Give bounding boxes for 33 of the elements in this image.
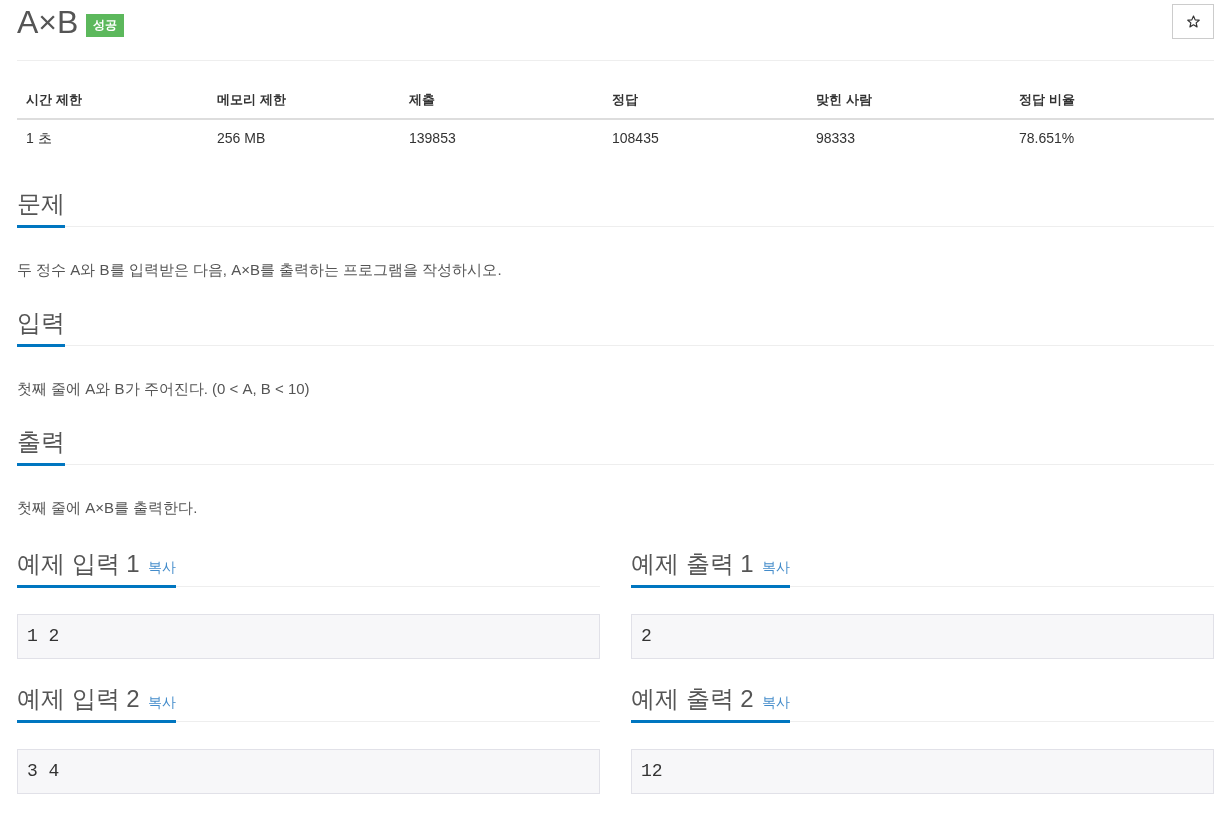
table-cell-text: 108435 (611, 129, 660, 148)
table-cell-text: 98333 (815, 129, 856, 148)
sample-heading: 예제 입력 1 (17, 551, 140, 577)
section-text: 두 정수 A와 B를 입력받은 다음, A×B를 출력하는 프로그램을 작성하시오. (17, 260, 503, 280)
column-header: 정답 (603, 82, 807, 120)
column-header: 제출 (400, 82, 603, 120)
copy-link[interactable]: 복사 (147, 559, 176, 577)
column-header: 시간 제한 (17, 82, 208, 120)
favorite-button[interactable] (1172, 4, 1214, 39)
sample-code-block: 3 4 (17, 749, 600, 794)
sample-heading: 예제 입력 2 (17, 686, 140, 712)
problem-title: A×B (17, 3, 79, 42)
copy-link[interactable]: 복사 (147, 694, 176, 712)
table-cell-text: 78.651% (1018, 129, 1076, 148)
section-text: 첫째 줄에 A와 B가 주어진다. (0 < A, B < 10) (17, 379, 311, 399)
table-cell-text: 1 초 (25, 129, 53, 148)
table-cell-text: 139853 (408, 129, 457, 148)
copy-link[interactable]: 복사 (761, 694, 790, 712)
section-heading: 입력 (17, 310, 65, 336)
section-heading: 출력 (17, 429, 65, 455)
sample-code-block: 1 2 (17, 614, 600, 659)
sample-code-block: 12 (631, 749, 1214, 794)
result-badge: 성공 (86, 13, 125, 37)
column-header: 메모리 제한 (208, 82, 400, 120)
section-text: 첫째 줄에 A×B를 출력한다. (17, 498, 199, 518)
column-header: 맞힌 사람 (807, 82, 1010, 120)
copy-link[interactable]: 복사 (761, 559, 790, 577)
sample-code-block: 2 (631, 614, 1214, 659)
section-heading: 문제 (17, 191, 65, 217)
table-cell-text: 256 MB (216, 129, 267, 148)
column-header: 정답 비율 (1010, 82, 1214, 120)
sample-heading: 예제 출력 2 (631, 686, 754, 712)
sample-heading: 예제 출력 1 (631, 551, 754, 577)
